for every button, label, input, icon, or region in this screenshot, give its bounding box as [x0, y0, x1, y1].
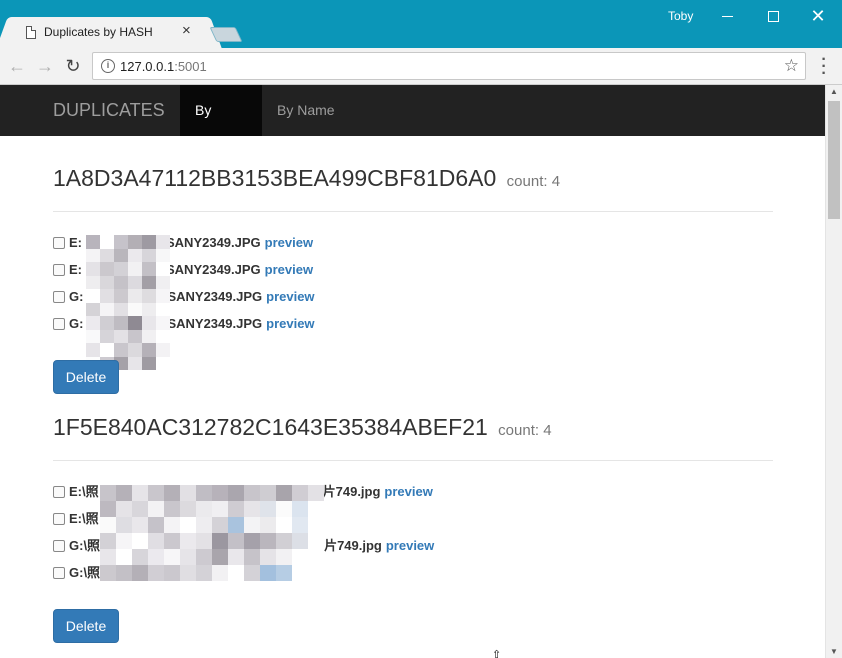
file-checkbox[interactable] [53, 513, 65, 525]
file-checkbox[interactable] [53, 291, 65, 303]
redacted-path-mosaic [86, 235, 170, 370]
nav-by-name[interactable]: By Name [262, 85, 350, 136]
close-tab-icon[interactable]: × [182, 22, 191, 39]
divider [53, 460, 773, 461]
preview-link[interactable]: preview [266, 316, 314, 331]
count-label: count: 4 [506, 173, 561, 190]
url-text[interactable]: 127.0.0.1:5001 [120, 59, 207, 74]
preview-link[interactable]: preview [386, 538, 434, 553]
preview-link[interactable]: preview [384, 484, 432, 499]
tab-title: Duplicates by HASH [44, 25, 153, 39]
address-bar[interactable]: i 127.0.0.1:5001 ☆ [92, 52, 806, 80]
scroll-down-arrow-icon[interactable]: ▼ [830, 647, 838, 656]
delete-button[interactable]: Delete [53, 360, 119, 394]
navbar-brand[interactable]: DUPLICATES [53, 100, 165, 121]
navbar: DUPLICATES By Hash By Name [0, 85, 825, 169]
divider [53, 211, 773, 212]
mouse-cursor-icon: ⇧ [492, 649, 502, 658]
maximize-icon[interactable] [761, 4, 785, 28]
file-row: E:\照 [53, 510, 99, 528]
preview-link[interactable]: preview [266, 289, 314, 304]
file-checkbox[interactable] [53, 318, 65, 330]
nav-by-hash[interactable]: By Hash [180, 85, 262, 169]
vertical-scrollbar[interactable]: ▲ ▼ [825, 85, 842, 658]
file-checkbox[interactable] [53, 237, 65, 249]
file-checkbox[interactable] [53, 486, 65, 498]
title-bar: Duplicates by HASH × Toby ✕ [0, 0, 842, 48]
hash-text: 1F5E840AC312782C1643E35384ABEF21 [53, 414, 488, 440]
file-checkbox[interactable] [53, 264, 65, 276]
file-checkbox[interactable] [53, 567, 65, 579]
hash-text: 1A8D3A47112BB3153BEA499CBF81D6A0 [53, 165, 497, 191]
bookmark-star-icon[interactable]: ☆ [784, 56, 799, 76]
document-icon [26, 26, 36, 39]
page-viewport: DUPLICATES By Hash By Name 1A8D3A47112BB… [0, 85, 842, 658]
browser-toolbar: ← → ↻ i 127.0.0.1:5001 ☆ · · · [0, 48, 842, 85]
menu-icon[interactable]: · · · [816, 52, 832, 82]
info-icon[interactable]: i [101, 59, 115, 73]
delete-button[interactable]: Delete [53, 609, 119, 643]
group-hash-title: 1F5E840AC312782C1643E35384ABEF21 count: … [53, 414, 552, 441]
reload-icon[interactable]: ↻ [62, 55, 84, 77]
count-label: count: 4 [498, 422, 552, 439]
forward-arrow-icon[interactable]: → [34, 55, 56, 77]
group-hash-title: 1A8D3A47112BB3153BEA499CBF81D6A0 count: … [53, 165, 560, 192]
file-row: G:\照 [53, 564, 100, 582]
scroll-up-arrow-icon[interactable]: ▲ [830, 87, 838, 96]
minimize-icon[interactable] [716, 4, 740, 28]
browser-tab[interactable]: Duplicates by HASH × [10, 17, 208, 48]
preview-link[interactable]: preview [265, 262, 313, 277]
redacted-path-mosaic [100, 485, 324, 581]
profile-name[interactable]: Toby [668, 9, 693, 23]
scroll-thumb[interactable] [828, 101, 840, 219]
preview-link[interactable]: preview [265, 235, 313, 250]
file-checkbox[interactable] [53, 540, 65, 552]
window-close-icon[interactable]: ✕ [806, 4, 830, 28]
back-arrow-icon[interactable]: ← [6, 55, 28, 77]
